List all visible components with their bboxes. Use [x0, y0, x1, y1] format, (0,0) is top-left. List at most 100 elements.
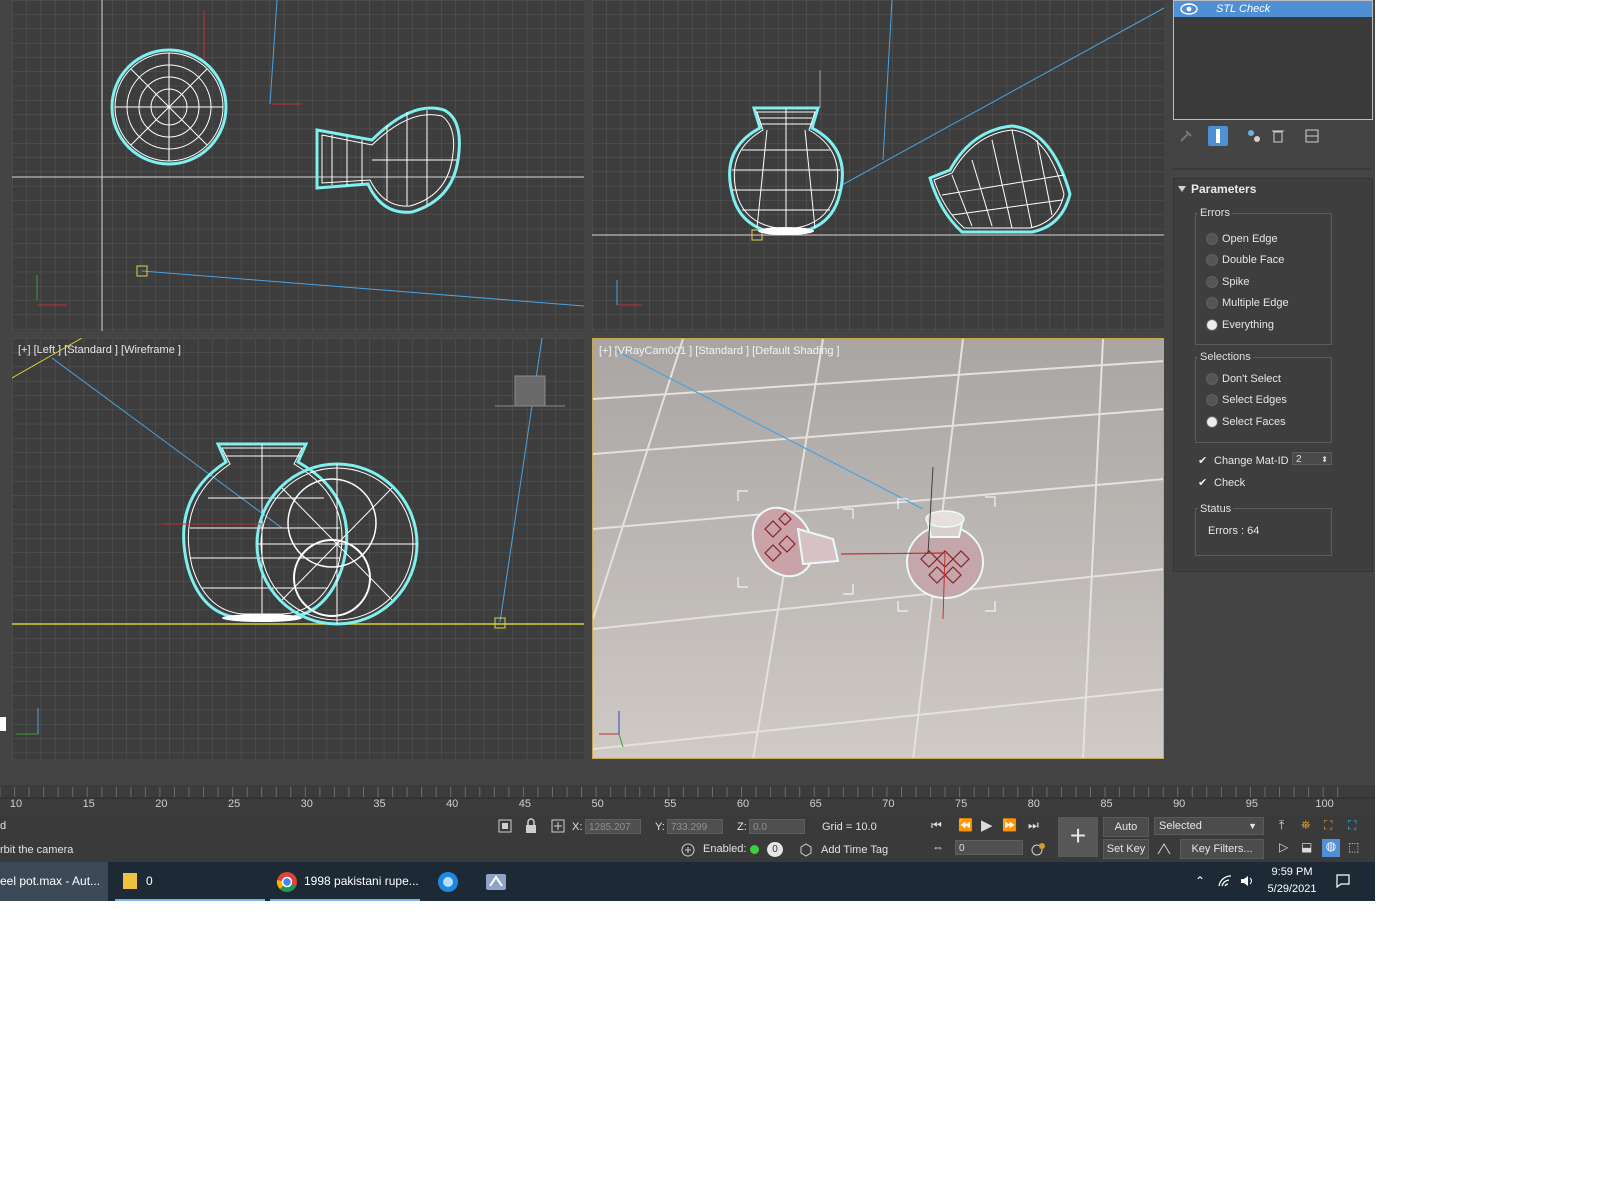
set-key-big-button[interactable]: + [1058, 817, 1098, 857]
radio-multiple-edge-label[interactable]: Multiple Edge [1222, 297, 1289, 309]
auto-key-button[interactable]: Auto Key [1103, 817, 1149, 851]
mat-id-spinner[interactable]: 2 ⬍ [1292, 452, 1332, 465]
field-of-view-icon[interactable]: ▷ [1279, 840, 1288, 854]
selected-dropdown[interactable]: Selected ▼ [1154, 817, 1264, 835]
current-frame-field[interactable]: 0 [955, 840, 1023, 855]
enabled-counter-badge[interactable]: 0 [767, 842, 783, 857]
check-label[interactable]: Check [1214, 477, 1245, 489]
viewport-front[interactable] [592, 0, 1164, 331]
radio-open-edge[interactable] [1206, 233, 1218, 245]
viewport-top[interactable] [12, 0, 584, 331]
taskbar-item-folder-label: 0 [146, 874, 153, 888]
browser-icon [438, 872, 458, 892]
status-group-title: Status [1198, 503, 1234, 515]
rollout-title[interactable]: Parameters [1191, 182, 1256, 196]
configure-modifier-sets-icon[interactable] [1302, 126, 1322, 146]
go-to-end-icon[interactable]: ⏭ [1028, 818, 1039, 833]
play-icon[interactable]: ▶ [981, 816, 993, 834]
taskbar-item-browser[interactable] [432, 862, 464, 901]
change-mat-id-checkbox[interactable]: ✔ [1198, 456, 1208, 467]
taskbar-item-folder[interactable]: 0 [115, 862, 265, 901]
radio-select-edges-label[interactable]: Select Edges [1222, 394, 1287, 406]
radio-everything[interactable] [1206, 319, 1218, 331]
z-coordinate-field[interactable]: 0.0 [749, 819, 805, 834]
absolute-mode-icon[interactable] [550, 818, 566, 834]
notifications-icon[interactable] [1335, 873, 1351, 889]
show-hidden-icons-icon[interactable]: ⌃ [1192, 874, 1208, 888]
radio-spike[interactable] [1206, 276, 1218, 288]
time-tag-icon[interactable] [799, 843, 813, 857]
previous-frame-icon[interactable]: ⏪ [958, 818, 973, 832]
set-key-button[interactable]: Set Key [1103, 839, 1149, 859]
radio-dont-select[interactable] [1206, 373, 1218, 385]
radio-dont-select-label[interactable]: Don't Select [1222, 373, 1281, 385]
pot-top-view-1[interactable] [110, 48, 228, 166]
zoom-extents-icon[interactable]: ⛶ [1324, 818, 1332, 833]
viewport-top-canvas [12, 0, 584, 331]
timeline-tick-label: 65 [809, 798, 822, 810]
orbit-icon[interactable]: ◍ [1322, 839, 1340, 857]
check-checkbox[interactable]: ✔ [1198, 478, 1208, 489]
clock-date[interactable]: 5/29/2021 [1262, 883, 1322, 895]
next-frame-icon[interactable]: ⏩ [1002, 818, 1017, 832]
zoom-extents-all-icon[interactable]: ⛶ [1348, 818, 1356, 833]
go-to-start-icon[interactable]: ⏮ [931, 818, 942, 833]
status-prompt: rbit the camera [0, 844, 74, 856]
lock-icon[interactable] [524, 818, 538, 834]
make-unique-icon[interactable] [1244, 126, 1264, 146]
change-mat-id-label[interactable]: Change Mat-ID [1214, 455, 1289, 467]
viewport-camera-canvas [593, 339, 1163, 758]
volume-icon[interactable] [1239, 874, 1255, 888]
pin-stack-icon[interactable] [1176, 126, 1196, 146]
timeline-ruler[interactable]: 10 15 20 25 30 35 40 45 50 55 60 65 70 75 80 85 90 95 100 [0, 785, 1375, 815]
maximize-viewport-icon[interactable]: ⬚ [1348, 840, 1359, 854]
viewport-camera[interactable]: [+] [VRayCam001 ] [Standard ] [Default S… [592, 338, 1164, 759]
folder-icon [123, 873, 137, 889]
x-coordinate-field[interactable]: 1285.207 [585, 819, 641, 834]
radio-everything-label[interactable]: Everything [1222, 319, 1274, 331]
radio-select-edges[interactable] [1206, 394, 1218, 406]
modifier-toolbar [1176, 124, 1366, 148]
radio-select-faces-label[interactable]: Select Faces [1222, 416, 1286, 428]
key-mode-icon[interactable] [1156, 840, 1174, 858]
radio-select-faces[interactable] [1206, 416, 1218, 428]
show-end-result-icon[interactable] [1208, 126, 1228, 146]
key-filters-button[interactable]: Key Filters... [1180, 839, 1264, 859]
y-coordinate-field[interactable]: 733.299 [667, 819, 723, 834]
zoom-icon[interactable]: ⤒ [1279, 818, 1284, 833]
radio-spike-label[interactable]: Spike [1222, 276, 1250, 288]
wifi-icon[interactable] [1217, 874, 1233, 888]
add-time-tag-button[interactable]: Add Time Tag [821, 844, 888, 856]
taskbar-item-chrome-label: 1998 pakistani rupe... [304, 874, 419, 888]
isolate-selection-icon[interactable] [497, 818, 513, 834]
taskbar-item-app[interactable] [480, 862, 512, 901]
viewport-camera-label[interactable]: [+] [VRayCam001 ] [Standard ] [Default S… [599, 345, 840, 357]
trash-icon[interactable] [1268, 126, 1288, 146]
clock-time[interactable]: 9:59 PM [1262, 866, 1322, 878]
modifier-stack-item[interactable]: STL Check [1174, 1, 1372, 17]
viewport-left-label[interactable]: [+] [Left ] [Standard ] [Wireframe ] [18, 344, 181, 356]
modifier-stack[interactable]: STL Check [1173, 0, 1373, 120]
radio-open-edge-label[interactable]: Open Edge [1222, 233, 1278, 245]
taskbar-item-chrome[interactable]: 1998 pakistani rupe... [270, 862, 420, 901]
adaptive-degradation-icon[interactable] [680, 842, 696, 858]
pan-view-icon[interactable]: ⬓ [1301, 840, 1312, 854]
radio-double-face[interactable] [1206, 254, 1218, 266]
key-mode-toggle-icon[interactable]: ⇔ [932, 840, 944, 854]
pot-left-view-2[interactable] [255, 462, 419, 626]
x-coordinate-value: 1285.207 [589, 822, 631, 833]
app-icon [486, 874, 506, 890]
radio-double-face-label[interactable]: Double Face [1222, 254, 1284, 266]
rollout-collapse-icon[interactable] [1178, 185, 1186, 193]
taskbar-item-3dsmax[interactable]: eel pot.max - Aut... [0, 862, 108, 901]
status-errors-text: Errors : 64 [1208, 525, 1260, 537]
viewport-left[interactable]: [+] [Left ] [Standard ] [Wireframe ] [12, 338, 584, 759]
radio-multiple-edge[interactable] [1206, 297, 1218, 309]
time-configuration-icon[interactable] [1030, 841, 1046, 857]
eye-icon[interactable] [1179, 2, 1199, 16]
timeline-tick-label: 55 [664, 798, 677, 810]
spinner-arrows-icon[interactable]: ⬍ [1321, 453, 1328, 466]
z-coordinate-value: 0.0 [753, 822, 767, 833]
viewport-front-canvas [592, 0, 1164, 331]
zoom-all-icon[interactable]: ⛯ [1301, 818, 1311, 833]
